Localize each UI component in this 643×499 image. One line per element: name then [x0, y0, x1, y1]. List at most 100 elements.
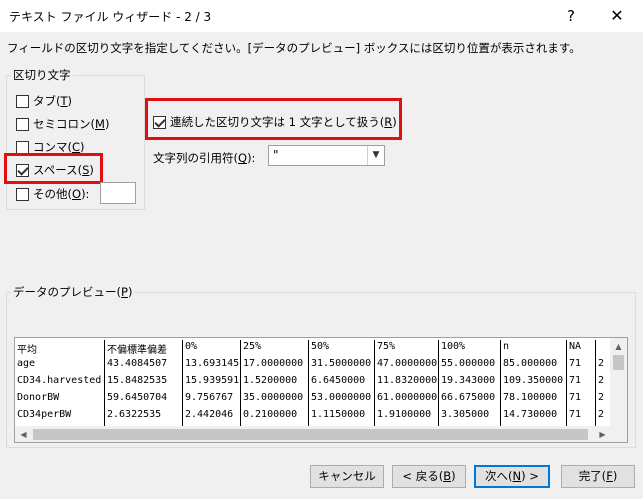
- preview-cell: 85.000000: [503, 358, 558, 369]
- preview-cell: 2: [598, 375, 605, 386]
- semicolon-checkbox[interactable]: セミコロン(M): [16, 116, 109, 132]
- window-title: テキスト ファイル ウィザード - 2 / 3: [9, 10, 212, 24]
- space-highlight: [4, 153, 103, 184]
- column-divider[interactable]: [595, 340, 596, 428]
- preview-cell: 59.6450704: [107, 392, 168, 403]
- delimiter-group-title: 区切り文字: [11, 67, 73, 83]
- semicolon-checkbox-box[interactable]: [16, 117, 29, 131]
- preview-cell: 17.0000000: [243, 358, 304, 369]
- tab-label: タブ(: [33, 94, 61, 108]
- scroll-left-icon[interactable]: ◀: [15, 426, 32, 442]
- preview-accel: P: [121, 285, 128, 299]
- preview-cell: CD34.harvested: [17, 375, 102, 386]
- help-button[interactable]: ?: [548, 0, 594, 32]
- quote-accel: Q: [238, 151, 248, 165]
- other-checkbox-box[interactable]: [16, 187, 29, 201]
- horizontal-scroll-thumb[interactable]: [33, 429, 588, 440]
- preview-cell: 61.0000000: [377, 392, 438, 403]
- tab-checkbox[interactable]: タブ(T): [16, 93, 72, 109]
- preview-cell: 25%: [243, 341, 262, 352]
- finish-label: 完了(: [578, 469, 607, 483]
- column-divider[interactable]: [438, 340, 439, 428]
- preview-title: データのプレビュー(P): [11, 284, 135, 300]
- next-suffix: ) >: [521, 469, 539, 483]
- close-button[interactable]: ✕: [594, 0, 640, 32]
- quote-label-text: 文字列の引用符(: [153, 151, 238, 165]
- tab-suffix: ): [67, 94, 73, 108]
- preview-cell: 平均: [17, 345, 37, 356]
- scroll-right-icon[interactable]: ▶: [594, 426, 611, 442]
- preview-cell: 1.1150000: [311, 409, 366, 420]
- preview-cell: 2: [598, 392, 605, 403]
- semicolon-label: セミコロン(: [33, 117, 95, 131]
- comma-accel: C: [72, 140, 81, 154]
- column-divider[interactable]: [374, 340, 375, 428]
- preview-cell: 100%: [441, 341, 466, 352]
- other-checkbox[interactable]: その他(O):: [16, 186, 89, 202]
- next-button[interactable]: 次へ(N) >: [474, 465, 550, 488]
- preview-horizontal-scrollbar[interactable]: ◀ ▶: [15, 426, 627, 442]
- preview-cell: 6.6450000: [311, 375, 366, 386]
- preview-cell: 43.4084507: [107, 358, 168, 369]
- column-divider[interactable]: [240, 340, 241, 428]
- column-divider[interactable]: [308, 340, 309, 428]
- preview-cell: 47.0000000: [377, 358, 438, 369]
- preview-cell: 53.0000000: [311, 392, 372, 403]
- comma-suffix: ): [80, 140, 85, 154]
- cancel-label: キャンセル: [318, 469, 376, 483]
- quote-label: 文字列の引用符(Q):: [153, 150, 255, 166]
- preview-cell: 1.9100000: [377, 409, 432, 420]
- preview-cell: 2.442046: [185, 409, 234, 420]
- preview-cell: age: [17, 358, 36, 369]
- finish-accel: F: [606, 469, 613, 483]
- preview-cell: 9.756767: [185, 392, 234, 403]
- preview-cell: 0.2100000: [243, 409, 298, 420]
- column-divider[interactable]: [566, 340, 567, 428]
- preview-cell: 2: [598, 409, 605, 420]
- consecutive-highlight: [145, 98, 402, 140]
- preview-cell: 19.343000: [441, 375, 496, 386]
- tab-accel: T: [60, 94, 68, 108]
- back-accel: B: [443, 469, 452, 483]
- preview-cell: n: [503, 341, 510, 352]
- semicolon-suffix: ): [104, 117, 110, 131]
- preview-cell: 2: [598, 358, 605, 369]
- preview-cell: 71: [569, 392, 582, 403]
- next-label: 次へ(: [485, 469, 513, 483]
- column-divider[interactable]: [500, 340, 501, 428]
- other-delimiter-input[interactable]: [100, 182, 136, 204]
- quote-select-value: ": [273, 148, 279, 162]
- preview-vertical-scrollbar[interactable]: ▲: [610, 338, 627, 426]
- preview-cell: [596, 341, 598, 358]
- finish-button[interactable]: 完了(F): [561, 465, 635, 488]
- back-button[interactable]: < 戻る(B): [392, 465, 466, 488]
- preview-cell: 71: [569, 358, 582, 369]
- column-divider[interactable]: [182, 340, 183, 428]
- comma-checkbox-box[interactable]: [16, 140, 29, 154]
- preview-cell: 11.8320000: [377, 375, 438, 386]
- preview-cell: 109.350000: [503, 375, 564, 386]
- chevron-down-icon[interactable]: ▼: [367, 146, 384, 165]
- preview-cell: 71: [569, 375, 582, 386]
- preview-cell: CD34perBW: [17, 409, 72, 420]
- preview-cell: NA: [569, 341, 582, 352]
- preview-cell: 2.6322535: [107, 409, 162, 420]
- back-suffix: ): [451, 469, 456, 483]
- column-divider[interactable]: [104, 340, 105, 428]
- preview-cell: 15.8482535: [107, 375, 168, 386]
- preview-cell: 66.675000: [441, 392, 496, 403]
- preview-title-suffix: ): [127, 285, 133, 299]
- data-preview[interactable]: 平均 不偏標準偏差 0% 25% 50% 75% 100% n NA age 43.4084507 1…: [14, 337, 628, 443]
- preview-cell: 15.939591: [185, 375, 240, 386]
- tab-checkbox-box[interactable]: [16, 94, 29, 108]
- quote-select[interactable]: " ▼: [268, 145, 385, 166]
- preview-cell: 55.000000: [441, 358, 496, 369]
- preview-cell: 3.305000: [441, 409, 490, 420]
- preview-cell: 35.0000000: [243, 392, 304, 403]
- vertical-scroll-thumb[interactable]: [613, 355, 624, 370]
- finish-suffix: ): [612, 469, 618, 483]
- quote-suffix: ):: [247, 151, 256, 165]
- preview-cell: 不偏標準偏差: [107, 345, 167, 356]
- cancel-button[interactable]: キャンセル: [310, 465, 384, 488]
- scroll-up-icon[interactable]: ▲: [610, 338, 627, 355]
